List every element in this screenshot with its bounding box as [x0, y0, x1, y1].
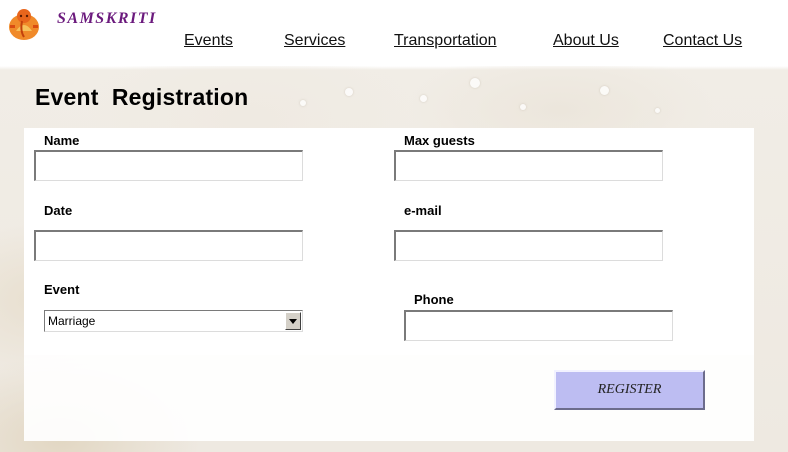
phone-field[interactable]	[404, 310, 673, 341]
nav-events[interactable]: Events	[184, 32, 233, 50]
chevron-down-icon[interactable]	[285, 312, 301, 330]
nav-about-us[interactable]: About Us	[553, 32, 619, 50]
email-label: e-mail	[404, 203, 442, 218]
phone-label: Phone	[414, 292, 454, 307]
nav-transportation[interactable]: Transportation	[394, 32, 497, 50]
date-field[interactable]	[34, 230, 303, 261]
register-button[interactable]: REGISTER	[554, 370, 705, 410]
event-label: Event	[44, 282, 80, 297]
name-label: Name	[44, 133, 80, 148]
nav-contact-us[interactable]: Contact Us	[663, 32, 742, 50]
site-header: SAMSKRITI Events Services Transportation…	[0, 0, 788, 66]
brand-name[interactable]: SAMSKRITI	[57, 10, 157, 28]
event-selected-value: Marriage	[48, 314, 96, 328]
date-label: Date	[44, 203, 73, 218]
main-nav: Events Services Transportation About Us …	[0, 32, 788, 54]
event-select[interactable]: Marriage	[44, 310, 303, 332]
email-field[interactable]	[394, 230, 663, 261]
page-title: Event Registration	[35, 84, 249, 110]
nav-services[interactable]: Services	[284, 32, 345, 50]
event-registration-form: Name Max guests Date e-mail Event Marria…	[24, 128, 754, 441]
max-guests-label: Max guests	[404, 133, 475, 148]
max-guests-field[interactable]	[394, 150, 663, 181]
name-field[interactable]	[34, 150, 303, 181]
